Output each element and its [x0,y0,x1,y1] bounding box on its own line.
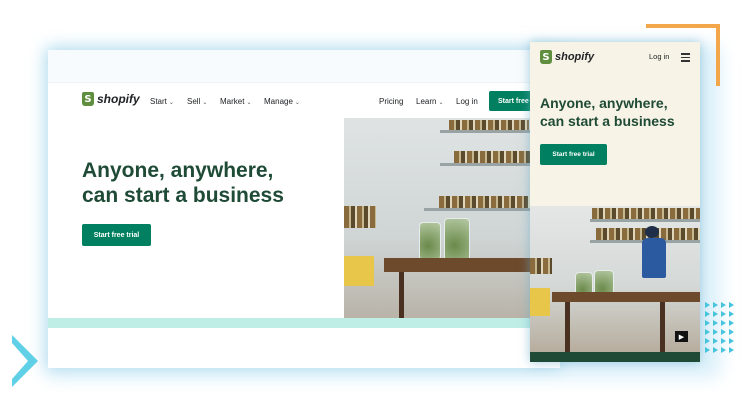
nav-start-label: Start [150,97,167,106]
triangle-shape [729,329,734,335]
play-icon[interactable]: ▶ [675,331,688,342]
mobile-start-free-trial-button[interactable]: Start free trial [540,144,607,165]
nav-manage[interactable]: Manage ⌄ [264,97,300,106]
triangle-shape [721,311,726,317]
nav-manage-label: Manage [264,97,293,106]
chevron-down-icon: ⌄ [202,100,208,106]
mobile-login[interactable]: Log in [649,52,669,61]
yellow-container [530,288,550,316]
triangle-shape [729,338,734,344]
desktop-hero-title: Anyone, anywhere, can start a business [82,158,322,208]
hero-title-line1: Anyone, anywhere, [82,159,274,182]
triangle-shape [705,329,710,335]
triangle-shape [705,347,710,353]
table-leg [399,272,404,318]
triangle-shape [721,320,726,326]
triangle-shape [729,311,734,317]
mobile-hero-photo: ▶ [530,206,700,352]
mint-band [48,318,560,328]
large-jar [419,222,441,262]
triangle-shape [705,320,710,326]
wooden-table [552,292,700,302]
triangle-shape [713,338,718,344]
triangle-shape [721,338,726,344]
chevron-cutout [12,343,28,379]
hamburger-line [681,56,690,58]
triangle-shape [713,320,718,326]
triangle-shape [721,329,726,335]
nav-learn-label: Learn [416,97,437,106]
triangle-shape [729,302,734,308]
desktop-mockup: S shopify Start ⌄ Sell ⌄ Market ⌄ Manage ⌄ P… [48,50,560,368]
nav-sell[interactable]: Sell ⌄ [187,97,207,106]
triangle-shape [729,320,734,326]
desktop-start-free-trial-button[interactable]: Start free trial [82,224,151,246]
chevron-down-icon: ⌄ [246,100,252,106]
logo-text: shopify [555,51,595,63]
table-leg [660,302,665,352]
desktop-nav: S shopify Start ⌄ Sell ⌄ Market ⌄ Manage ⌄ P… [48,88,560,114]
shopify-bag-icon: S [540,50,552,64]
triangle-shape [705,338,710,344]
hamburger-line [681,53,690,55]
chevron-down-icon: ⌄ [438,100,444,106]
triangle-shape [713,329,718,335]
nav-pricing[interactable]: Pricing [379,97,403,106]
nav-market-label: Market [220,97,245,106]
chevron-down-icon: ⌄ [168,100,174,106]
nav-market[interactable]: Market ⌄ [220,97,251,106]
mobile-mockup: S shopify Log in Anyone, anywhere, can s… [530,42,700,362]
mobile-hero-title: Anyone, anywhere, can start a business [540,94,695,130]
triangle-shape [713,302,718,308]
jar-row [344,206,376,228]
shelf [590,219,700,222]
hamburger-icon[interactable] [681,53,690,64]
desktop-hero-photo [344,118,560,318]
mobile-logo[interactable]: S shopify [540,50,594,64]
browser-top-bar [48,50,560,83]
yellow-container [344,256,374,286]
chevron-down-icon: ⌄ [294,100,300,106]
desktop-logo[interactable]: S shopify [82,92,140,106]
hamburger-line [681,60,690,62]
shopify-bag-icon: S [82,92,94,106]
jar-row [530,258,552,274]
triangle-shape [705,311,710,317]
triangle-shape [705,302,710,308]
person-body [642,238,666,278]
nav-start[interactable]: Start ⌄ [150,97,174,106]
nav-sell-label: Sell [187,97,201,106]
mobile-hero-title-line2: can start a business [540,113,675,129]
triangle-shape [713,311,718,317]
nav-learn[interactable]: Learn ⌄ [416,97,444,106]
logo-text: shopify [97,92,140,106]
mobile-bottom-bar [530,352,700,362]
triangle-shape [729,347,734,353]
person-head [645,226,659,238]
mobile-hero-title-line1: Anyone, anywhere, [540,95,668,111]
triangle-shape [721,347,726,353]
triangle-shape [713,347,718,353]
triangle-shape [721,302,726,308]
table-leg [565,302,570,352]
hero-title-line2: can start a business [82,184,284,207]
triangle-pattern-decoration [705,302,741,362]
nav-login[interactable]: Log in [456,97,478,106]
